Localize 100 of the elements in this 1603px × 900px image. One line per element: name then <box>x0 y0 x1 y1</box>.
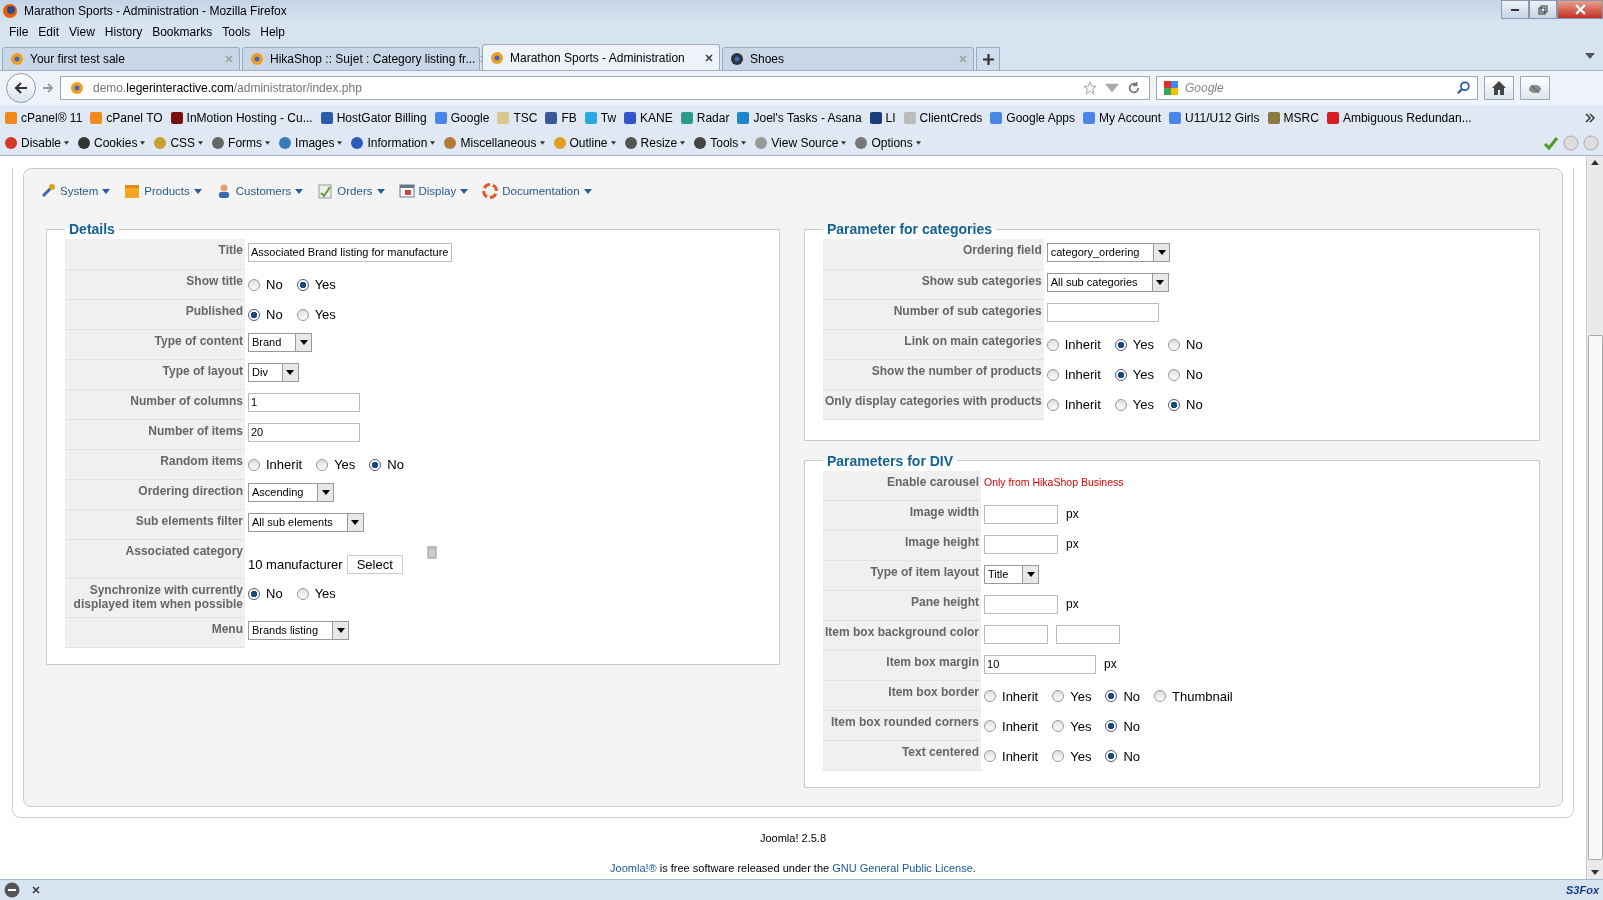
close-icon[interactable] <box>32 886 40 894</box>
radio-button[interactable] <box>1052 750 1065 762</box>
browser-tab[interactable]: HikaShop :: Sujet : Category listing fr... <box>242 47 480 70</box>
radio-button[interactable] <box>1105 750 1118 762</box>
toolbar-menu[interactable]: Outline <box>552 136 616 150</box>
dropdown[interactable]: All sub categories <box>1046 273 1169 292</box>
menu-item[interactable]: Edit <box>33 25 65 39</box>
admin-menu-item[interactable]: Orders <box>317 183 385 199</box>
dropdown[interactable]: All sub elements <box>248 513 364 532</box>
browser-tab[interactable]: Your first test sale <box>2 47 240 70</box>
bookmark-link[interactable]: HostGator Billing <box>319 111 427 125</box>
text-field[interactable] <box>1046 303 1159 322</box>
bookmark-link[interactable]: FB <box>544 111 577 125</box>
restore-button[interactable] <box>1529 0 1557 19</box>
bookmark-link[interactable]: U11/U12 Girls <box>1168 111 1260 125</box>
bookmark-link[interactable]: TSC <box>496 111 538 125</box>
bookmark-link[interactable]: Ambiguous Redundan... <box>1325 111 1472 125</box>
footer-link[interactable]: GNU General Public License <box>832 862 973 874</box>
radio-button[interactable] <box>1046 368 1059 381</box>
bookmark-link[interactable]: InMotion Hosting - Cu... <box>169 111 313 125</box>
radio-button[interactable] <box>1105 720 1118 732</box>
close-button[interactable] <box>1557 0 1603 19</box>
select-button[interactable]: Select <box>346 555 403 574</box>
radio-button[interactable] <box>248 278 260 291</box>
extension-button[interactable] <box>1520 76 1550 100</box>
bookmark-link[interactable]: cPanel® 11 <box>4 111 83 125</box>
toolbar-menu[interactable]: Miscellaneous <box>443 136 545 150</box>
bookmark-link[interactable]: Radar <box>679 111 730 125</box>
radio-button[interactable] <box>248 308 260 321</box>
radio-button[interactable] <box>248 587 260 600</box>
toolbar-menu[interactable]: Tools <box>693 136 747 150</box>
new-tab-button[interactable] <box>976 47 1000 70</box>
bookmark-link[interactable]: Joel's Tasks - Asana <box>736 111 862 125</box>
radio-button[interactable] <box>296 587 309 600</box>
text-field[interactable]: Associated Brand listing for manufacture <box>248 243 452 262</box>
radio-button[interactable] <box>984 750 997 762</box>
radio-button[interactable] <box>316 458 329 471</box>
radio-button[interactable] <box>1046 398 1059 411</box>
radio-button[interactable] <box>984 720 997 732</box>
bookmark-link[interactable]: MSRC <box>1266 111 1319 125</box>
footer-link[interactable]: Joomla!® <box>610 862 657 874</box>
forward-icon[interactable] <box>42 82 54 94</box>
radio-button[interactable] <box>1168 398 1181 411</box>
radio-button[interactable] <box>984 690 997 702</box>
dropdown[interactable]: Div <box>248 363 299 382</box>
toolbar-menu[interactable]: Images <box>278 136 343 150</box>
bookmark-link[interactable]: cPanel TO <box>89 111 163 125</box>
admin-menu-item[interactable]: Display <box>398 183 469 199</box>
text-field[interactable]: 10 <box>984 654 1097 674</box>
menu-item[interactable]: Bookmarks <box>147 25 218 39</box>
address-field[interactable]: demo.legerinteractive.com/administrator/index.php <box>60 76 1150 100</box>
radio-button[interactable] <box>1052 720 1065 732</box>
radio-button[interactable] <box>1154 690 1166 702</box>
radio-button[interactable] <box>296 278 309 291</box>
dropdown[interactable]: Brands listing <box>248 621 350 640</box>
radio-button[interactable] <box>1168 368 1181 381</box>
browser-tab[interactable]: Marathon Sports - Administration <box>482 44 720 70</box>
toolbar-menu[interactable]: Options <box>854 136 921 150</box>
text-field[interactable] <box>984 504 1059 524</box>
back-button[interactable] <box>6 73 36 103</box>
search-field[interactable]: Google <box>1156 76 1478 100</box>
admin-menu-item[interactable]: Documentation <box>482 183 592 199</box>
text-field[interactable]: 20 <box>248 423 360 442</box>
dropdown[interactable]: category_ordering <box>1046 243 1171 262</box>
admin-menu-item[interactable]: Customers <box>215 183 304 199</box>
text-field[interactable] <box>984 594 1059 614</box>
toolbar-menu[interactable]: Resize <box>623 136 686 150</box>
toolbar-menu[interactable]: CSS <box>153 136 204 150</box>
admin-menu-item[interactable]: Products <box>124 183 202 199</box>
menu-item[interactable]: View <box>64 25 100 39</box>
trash-icon[interactable] <box>426 545 437 559</box>
bookmark-link[interactable]: Tw <box>583 111 617 125</box>
bookmark-link[interactable]: Google Apps <box>989 111 1076 125</box>
search-icon[interactable] <box>1457 81 1471 95</box>
bookmark-link[interactable]: LI <box>868 111 896 125</box>
dropdown-icon[interactable] <box>1105 81 1119 95</box>
bookmark-link[interactable]: ClientCreds <box>902 111 983 125</box>
close-icon[interactable] <box>705 53 713 62</box>
chevron-icon[interactable] <box>1585 113 1595 123</box>
radio-button[interactable] <box>1114 338 1127 351</box>
search-engine-icon[interactable] <box>1163 80 1179 96</box>
reload-icon[interactable] <box>1127 81 1141 95</box>
dropdown[interactable]: Title <box>984 564 1040 584</box>
radio-button[interactable] <box>1114 368 1127 381</box>
tab-list-icon[interactable] <box>1585 53 1595 59</box>
bookmark-link[interactable]: My Account <box>1082 111 1162 125</box>
toolbar-menu[interactable]: Forms <box>211 136 271 150</box>
scroll-down-icon[interactable] <box>1591 870 1599 875</box>
text-field[interactable] <box>1056 624 1121 644</box>
radio-button[interactable] <box>1105 690 1118 702</box>
text-field[interactable] <box>984 534 1059 554</box>
bookmark-link[interactable]: KANE <box>623 111 673 125</box>
adblock-icon[interactable] <box>4 882 20 898</box>
radio-button[interactable] <box>296 308 309 321</box>
browser-tab[interactable]: Shoes <box>722 47 974 70</box>
menu-item[interactable]: Help <box>255 25 290 39</box>
toolbar-menu[interactable]: Disable <box>4 136 70 150</box>
radio-button[interactable] <box>369 458 382 471</box>
text-field[interactable] <box>984 624 1049 644</box>
toolbar-menu[interactable]: Information <box>350 136 436 150</box>
